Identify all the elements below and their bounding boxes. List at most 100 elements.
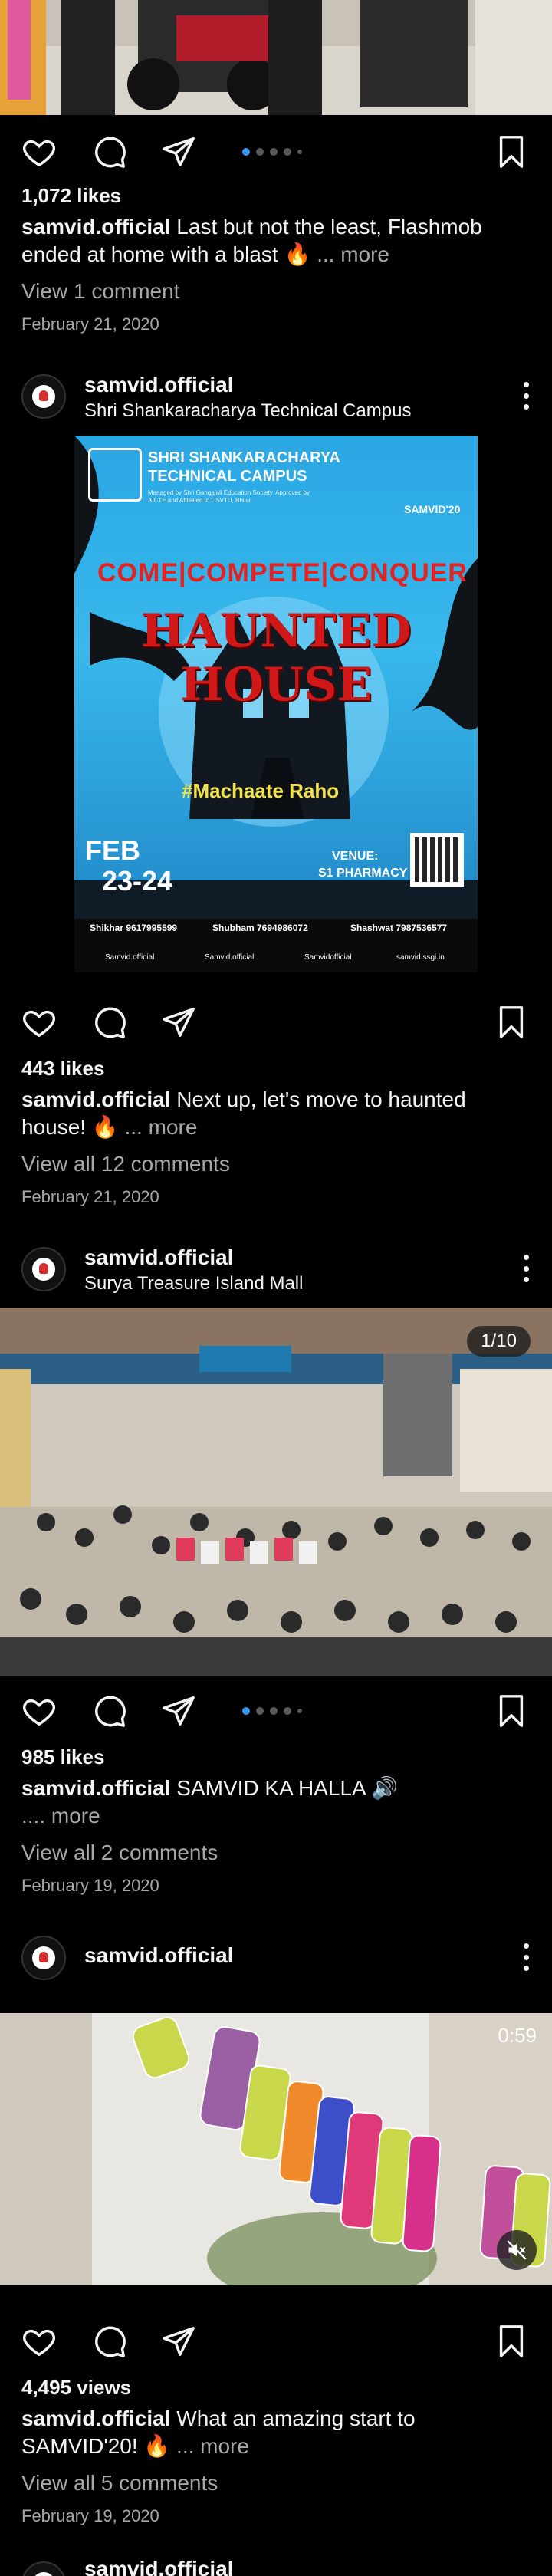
share-icon[interactable] bbox=[161, 1005, 196, 1040]
post-username[interactable]: samvid.official bbox=[84, 1245, 234, 1270]
likes-count[interactable]: 985 likes bbox=[21, 1745, 104, 1769]
post-caption: samvid.official What an amazing start to… bbox=[21, 2405, 527, 2460]
post-username[interactable]: samvid.official bbox=[84, 2557, 234, 2576]
video-duration: 0:59 bbox=[498, 2024, 537, 2047]
carousel-dot bbox=[297, 1709, 302, 1713]
poster-brand: SAMVID'20 bbox=[404, 503, 461, 515]
poster-month: FEB bbox=[85, 834, 140, 866]
caption-username[interactable]: samvid.official bbox=[21, 2407, 171, 2430]
avatar[interactable] bbox=[21, 1247, 66, 1291]
bookmark-icon[interactable] bbox=[494, 1005, 529, 1040]
post-header: samvid.official Shri Shankaracharya Tech… bbox=[0, 359, 552, 428]
likes-count[interactable]: 1,072 likes bbox=[21, 184, 121, 208]
more-options-icon[interactable] bbox=[521, 382, 531, 410]
poster-contact-2: Shubham 7694986072 bbox=[212, 923, 308, 933]
poster-contact-1: Shikhar 9617995599 bbox=[90, 923, 178, 933]
post-date: February 19, 2020 bbox=[21, 1876, 159, 1895]
post-header: samvid.official bbox=[0, 2546, 552, 2576]
heart-icon[interactable] bbox=[21, 1005, 57, 1040]
event-poster: SHRI SHANKARACHARYA TECHNICAL CAMPUS Man… bbox=[74, 436, 478, 972]
post-image[interactable]: SHRI SHANKARACHARYA TECHNICAL CAMPUS Man… bbox=[0, 436, 552, 972]
carousel-dot bbox=[256, 1707, 264, 1715]
more-options-icon[interactable] bbox=[521, 1255, 531, 1282]
heart-icon[interactable] bbox=[21, 1693, 57, 1729]
post-video[interactable]: 0:59 bbox=[0, 2013, 552, 2285]
post-actions bbox=[0, 989, 552, 1051]
more-options-icon[interactable] bbox=[521, 1943, 531, 1971]
post-date: February 21, 2020 bbox=[21, 314, 159, 334]
more-link[interactable]: ... more bbox=[317, 242, 389, 266]
bookmark-icon[interactable] bbox=[494, 2324, 529, 2359]
carousel-dot bbox=[242, 148, 250, 156]
carousel-dot bbox=[242, 1707, 250, 1715]
poster-event-title: HAUNTED HOUSE bbox=[140, 604, 412, 712]
more-link[interactable]: ... more bbox=[176, 2434, 249, 2458]
carousel-dot bbox=[297, 150, 302, 154]
avatar[interactable] bbox=[21, 374, 66, 419]
poster-institute-line2: TECHNICAL CAMPUS bbox=[148, 468, 307, 485]
poster-institute-sub: Managed by Shri Gangajali Education Soci… bbox=[148, 489, 310, 504]
carousel-counter: 1/10 bbox=[467, 1326, 531, 1357]
more-link[interactable]: .... more bbox=[21, 1804, 100, 1828]
view-comments-link[interactable]: View all 5 comments bbox=[21, 2471, 218, 2495]
comment-icon[interactable] bbox=[92, 1005, 127, 1040]
post-image[interactable]: 1/10 bbox=[0, 1308, 552, 1676]
samvid-logo-icon bbox=[32, 385, 55, 408]
mute-icon[interactable] bbox=[497, 2230, 537, 2270]
more-link[interactable]: ... more bbox=[125, 1115, 198, 1139]
post-actions bbox=[0, 2308, 552, 2370]
samvid-logo-icon bbox=[32, 1258, 55, 1281]
caption-username[interactable]: samvid.official bbox=[21, 1087, 171, 1111]
avatar[interactable] bbox=[21, 1936, 66, 1980]
post-username[interactable]: samvid.official bbox=[84, 1943, 234, 1968]
qr-code-icon[interactable] bbox=[410, 833, 464, 887]
carousel-dot bbox=[284, 1707, 291, 1715]
poster-social-4: samvid.ssgi.in bbox=[396, 953, 445, 962]
view-comments-link[interactable]: View all 12 comments bbox=[21, 1152, 230, 1176]
caption-username[interactable]: samvid.official bbox=[21, 1776, 171, 1800]
post-header: samvid.official bbox=[0, 1920, 552, 1989]
share-icon[interactable] bbox=[161, 2324, 196, 2359]
post-location[interactable]: Surya Treasure Island Mall bbox=[84, 1273, 303, 1295]
avatar[interactable] bbox=[21, 2561, 66, 2576]
view-comments-link[interactable]: View 1 comment bbox=[21, 279, 179, 304]
post-username[interactable]: samvid.official bbox=[84, 373, 234, 397]
carousel-dot bbox=[284, 148, 291, 156]
samvid-logo-icon bbox=[32, 2572, 55, 2576]
poster-social-3: Samvidofficial bbox=[304, 953, 352, 962]
bookmark-icon[interactable] bbox=[494, 1693, 529, 1729]
heart-icon[interactable] bbox=[21, 134, 57, 169]
post-image[interactable] bbox=[0, 0, 552, 115]
heart-icon[interactable] bbox=[21, 2324, 57, 2359]
bookmark-icon[interactable] bbox=[494, 134, 529, 169]
post-location[interactable]: Shri Shankaracharya Technical Campus bbox=[84, 400, 411, 422]
post-caption: samvid.official Next up, let's move to h… bbox=[21, 1086, 527, 1141]
post-caption: samvid.official Last but not the least, … bbox=[21, 213, 527, 268]
carousel-indicator bbox=[242, 148, 302, 156]
post-actions bbox=[0, 1678, 552, 1739]
likes-count[interactable]: 443 likes bbox=[21, 1057, 104, 1081]
poster-venue-label: VENUE: bbox=[332, 850, 379, 863]
views-count[interactable]: 4,495 views bbox=[21, 2376, 131, 2400]
comment-icon[interactable] bbox=[92, 134, 127, 169]
caption-username[interactable]: samvid.official bbox=[21, 215, 171, 239]
poster-hashtag: #Machaate Raho bbox=[182, 779, 340, 802]
poster-social-1: Samvid.official bbox=[105, 953, 155, 962]
poster-social-2: Samvid.official bbox=[205, 953, 255, 962]
samvid-logo-icon bbox=[32, 1946, 55, 1969]
share-icon[interactable] bbox=[161, 134, 196, 169]
post-date: February 19, 2020 bbox=[21, 2506, 159, 2525]
carousel-dot bbox=[256, 148, 264, 156]
poster-venue: S1 PHARMACY bbox=[318, 867, 408, 880]
carousel-dot bbox=[270, 148, 278, 156]
poster-days: 23-24 bbox=[102, 865, 173, 897]
poster-tagline: COME|COMPETE|CONQUER bbox=[97, 558, 468, 587]
post-actions bbox=[0, 119, 552, 180]
comment-icon[interactable] bbox=[92, 1693, 127, 1729]
post-header: samvid.official Surya Treasure Island Ma… bbox=[0, 1232, 552, 1301]
share-icon[interactable] bbox=[161, 1693, 196, 1729]
institute-logo-icon bbox=[88, 448, 142, 502]
view-comments-link[interactable]: View all 2 comments bbox=[21, 1841, 218, 1865]
comment-icon[interactable] bbox=[92, 2324, 127, 2359]
poster-institute-line1: SHRI SHANKARACHARYA bbox=[148, 449, 340, 466]
